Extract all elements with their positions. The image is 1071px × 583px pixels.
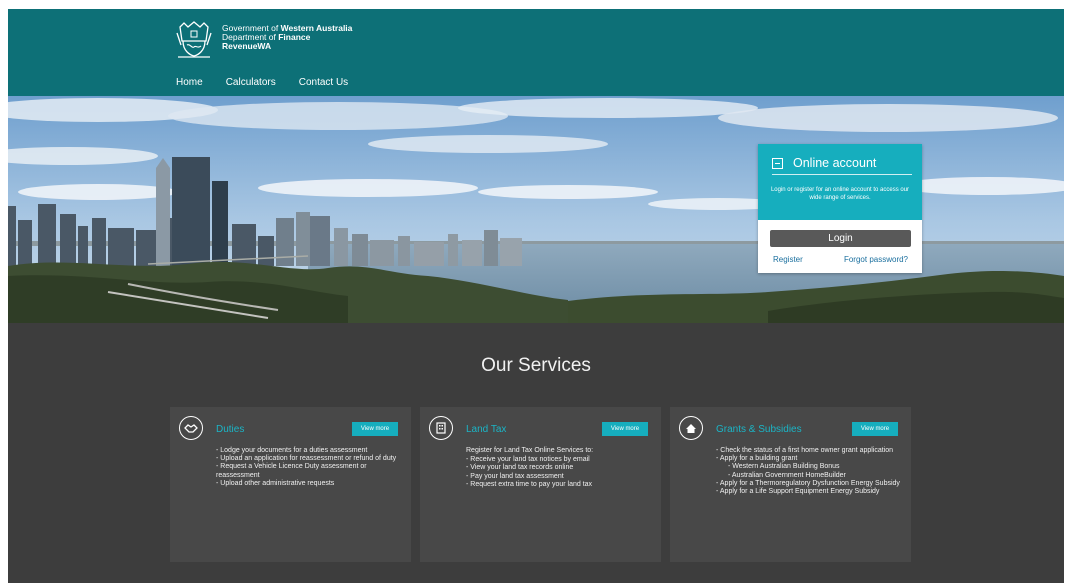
divider	[772, 174, 912, 175]
list-item: - Lodge your documents for a duties asse…	[216, 447, 368, 454]
list-item: - Pay your land tax assessment	[466, 472, 564, 480]
list-item: - View your land tax records online	[466, 464, 574, 472]
forgot-password-link[interactable]: Forgot password?	[844, 255, 908, 264]
register-link[interactable]: Register	[773, 255, 803, 264]
service-list: - Check the status of a first home owner…	[716, 447, 903, 496]
service-card-title[interactable]: Grants & Subsidies	[716, 424, 802, 435]
nav-contact-us[interactable]: Contact Us	[299, 77, 348, 88]
list-sub-item: - Western Australian Building Bonus	[728, 463, 840, 471]
list-item: - Request a Vehicle Licence Duty assessm…	[216, 463, 367, 479]
list-item: - Check the status of a first home owner…	[716, 447, 894, 454]
service-card-land-tax: Land Tax View more Register for Land Tax…	[420, 407, 661, 562]
agency-name: Government of Western Australia Departme…	[222, 24, 352, 51]
agency-line-3: RevenueWA	[222, 41, 272, 51]
page-frame: Government of Western Australia Departme…	[8, 9, 1064, 583]
online-account-title-row: Online account	[772, 156, 876, 170]
list-item: - Receive your land tax notices by email	[466, 456, 590, 464]
service-card-title[interactable]: Land Tax	[466, 424, 506, 435]
service-card-duties: Duties View more - Lodge your documents …	[170, 407, 411, 562]
online-account-title: Online account	[793, 156, 877, 170]
services-heading: Our Services	[481, 355, 591, 376]
online-account-card: Online account Login or register for an …	[758, 144, 922, 273]
list-sub-item: - Australian Government HomeBuilder	[728, 471, 846, 479]
login-door-icon	[772, 157, 783, 169]
view-more-button[interactable]: View more	[852, 422, 898, 436]
service-list: Register for Land Tax Online Services to…	[466, 447, 653, 489]
list-item: - Apply for a Thermoregulatory Dysfuncti…	[716, 479, 900, 487]
site-header: Government of Western Australia Departme…	[8, 9, 1064, 96]
online-account-description: Login or register for an online account …	[770, 187, 910, 201]
list-item: - Upload an application for reassessment…	[216, 455, 397, 463]
service-card-title[interactable]: Duties	[216, 424, 244, 435]
building-icon	[429, 416, 453, 440]
view-more-button[interactable]: View more	[352, 422, 398, 436]
nav-home[interactable]: Home	[176, 77, 203, 88]
login-button[interactable]: Login	[770, 230, 911, 247]
list-intro: Register for Land Tax Online Services to…	[466, 447, 594, 454]
list-item: - Apply for a Life Support Equipment Ene…	[716, 488, 880, 496]
list-item: - Request extra time to pay your land ta…	[466, 480, 593, 488]
service-card-grants-subsidies: Grants & Subsidies View more - Check the…	[670, 407, 911, 562]
service-list: - Lodge your documents for a duties asse…	[216, 447, 403, 488]
list-item: - Upload other administrative requests	[216, 479, 335, 487]
main-nav: Home Calculators Contact Us	[176, 77, 371, 88]
online-account-header: Online account Login or register for an …	[758, 144, 922, 220]
home-icon	[679, 416, 703, 440]
handshake-icon	[179, 416, 203, 440]
wa-government-crest-icon[interactable]	[174, 19, 214, 59]
view-more-button[interactable]: View more	[602, 422, 648, 436]
nav-calculators[interactable]: Calculators	[226, 77, 276, 88]
list-item: - Apply for a building grant	[716, 455, 798, 463]
